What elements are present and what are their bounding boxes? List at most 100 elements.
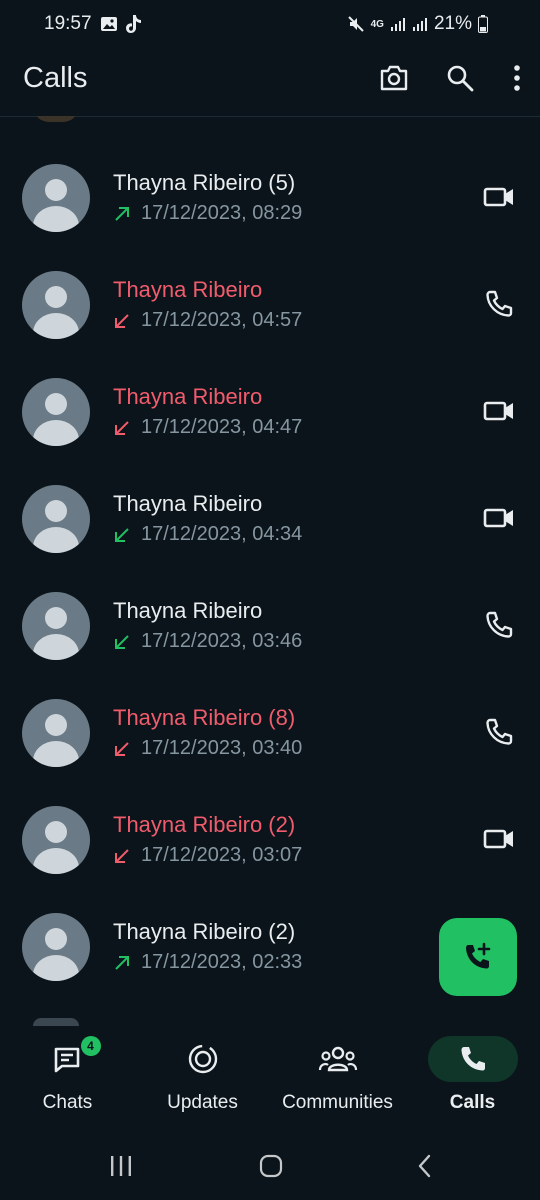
contact-name: Thayna Ribeiro (8) [113,705,296,730]
call-timestamp: 17/12/2023, 03:46 [141,630,303,652]
avatar [33,1018,79,1026]
call-list[interactable]: Thayna Ribeiro (5) 17/12/2023, 08:29 Thayn… [0,116,540,1026]
add-call-icon [466,942,491,969]
contact-name: Thayna Ribeiro (2) [113,919,296,944]
call-meta: 17/12/2023, 02:33 [113,951,302,974]
page-title: Calls [23,62,88,94]
calls-icon [461,1047,485,1071]
call-meta: 17/12/2023, 04:34 [113,523,302,546]
video-call-icon [483,829,513,849]
network-type: 4G [370,18,384,30]
call-timestamp: 17/12/2023, 04:57 [141,309,303,331]
call-row[interactable]: Thayna Ribeiro 17/12/2023, 04:47 [0,364,540,471]
avatar[interactable] [22,485,90,553]
contact-name: Thayna Ribeiro [113,384,263,409]
search-button[interactable] [444,62,476,94]
incoming-arrow-icon [115,848,129,863]
mute-icon [347,16,364,32]
system-nav-bar [0,1136,540,1200]
avatar[interactable] [22,592,90,660]
outgoing-arrow-icon [115,955,129,970]
camera-button[interactable] [378,62,410,94]
incoming-arrow-icon [115,313,129,328]
recents-icon [111,1156,131,1176]
call-timestamp: 17/12/2023, 04:47 [141,416,303,438]
video-call-icon [483,187,513,207]
status-bar: 19:57 4G 21% [0,0,540,50]
recents-button[interactable] [101,1150,141,1182]
contact-name: Thayna Ribeiro [113,491,263,516]
call-timestamp: 17/12/2023, 08:29 [141,202,303,224]
nav-item-chats[interactable]: 4 Chats [0,1036,135,1126]
signal-icon-2 [412,18,427,31]
video-call-icon [483,401,513,421]
call-timestamp: 17/12/2023, 03:07 [141,844,303,866]
call-timestamp: 17/12/2023, 04:34 [141,523,303,545]
call-row[interactable]: Thayna Ribeiro (5) 17/12/2023, 08:29 [0,150,540,257]
back-button[interactable] [404,1150,444,1182]
contact-name: Thayna Ribeiro [113,598,263,623]
call-row[interactable]: Thayna Ribeiro 17/12/2023, 04:34 [0,471,540,578]
voice-call-button[interactable] [482,608,516,642]
app-bar: Calls [0,50,540,117]
incoming-arrow-icon [115,527,129,542]
call-meta: 17/12/2023, 03:07 [113,844,302,867]
updates-icon [188,1044,217,1074]
battery-icon [478,15,488,33]
call-row[interactable]: Thayna Ribeiro 17/12/2023, 04:57 [0,257,540,364]
voice-call-button[interactable] [482,715,516,749]
more-vert-icon [514,65,520,91]
new-call-button[interactable] [439,918,517,996]
avatar[interactable] [22,378,90,446]
contact-name: Thayna Ribeiro (2) [113,812,296,837]
back-icon [418,1154,431,1178]
avatar[interactable] [22,271,90,339]
status-time: 19:57 [44,13,92,34]
avatar[interactable] [22,913,90,981]
home-icon [259,1154,283,1178]
voice-call-button[interactable] [482,287,516,321]
incoming-arrow-icon [115,741,129,756]
incoming-arrow-icon [115,420,129,435]
voice-call-icon [486,718,513,745]
nav-label: Calls [449,1092,496,1113]
video-call-icon [483,508,513,528]
nav-item-communities[interactable]: Communities [270,1036,405,1126]
video-call-button[interactable] [482,394,516,428]
call-row[interactable]: Thayna Ribeiro (2) 17/12/2023, 03:07 [0,792,540,899]
more-options-button[interactable] [510,62,524,94]
avatar[interactable] [22,164,90,232]
voice-call-icon [486,611,513,638]
home-button[interactable] [251,1150,291,1182]
bottom-nav: 4 Chats Updates Communities Calls [0,1026,540,1136]
nav-item-calls[interactable]: Calls [405,1036,540,1126]
avatar [33,116,79,122]
call-timestamp: 17/12/2023, 02:33 [141,951,303,973]
nav-label: Communities [282,1092,393,1113]
contact-name: Thayna Ribeiro (5) [113,170,296,195]
call-meta: 17/12/2023, 03:46 [113,630,302,653]
nav-item-updates[interactable]: Updates [135,1036,270,1126]
video-call-button[interactable] [482,822,516,856]
communities-icon [318,1046,357,1072]
call-meta: 17/12/2023, 04:57 [113,309,302,332]
call-row[interactable]: Thayna Ribeiro 17/12/2023, 03:46 [0,578,540,685]
video-call-button[interactable] [482,180,516,214]
camera-icon [380,65,408,91]
search-icon [447,65,474,92]
video-call-button[interactable] [482,501,516,535]
gallery-notification-icon [101,17,117,31]
chats-icon [54,1047,79,1073]
call-row[interactable]: Thayna Ribeiro (8) 17/12/2023, 03:40 [0,685,540,792]
avatar[interactable] [22,699,90,767]
unread-badge: 4 [80,1036,101,1056]
signal-icon [390,18,405,31]
contact-name: Thayna Ribeiro [113,277,263,302]
tiktok-notification-icon [126,15,141,33]
avatar[interactable] [22,806,90,874]
call-timestamp: 17/12/2023, 03:40 [141,737,303,759]
call-meta: 17/12/2023, 03:40 [113,737,302,760]
voice-call-icon [486,290,513,317]
nav-label: Chats [42,1092,93,1113]
call-meta: 17/12/2023, 04:47 [113,416,302,439]
